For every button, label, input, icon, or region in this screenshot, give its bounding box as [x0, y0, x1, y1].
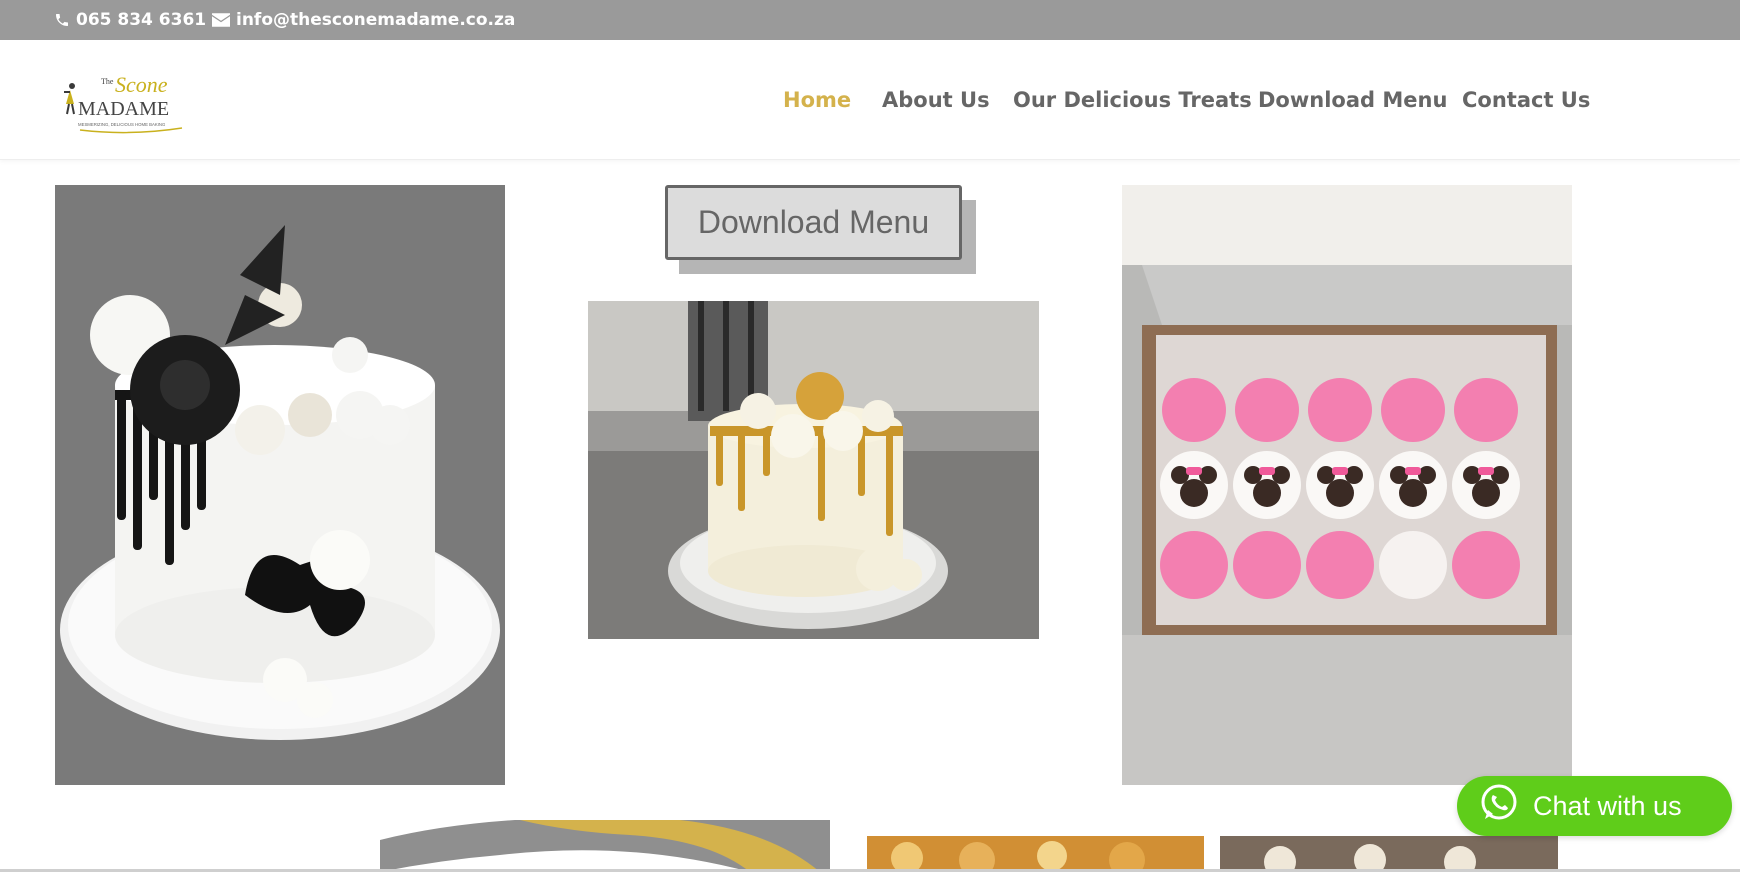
phone-link[interactable]: 065 834 6361	[54, 0, 206, 40]
phone-number: 065 834 6361	[76, 10, 207, 30]
black-white-cake-photo	[55, 185, 505, 785]
nav-download-menu[interactable]: Download Menu	[1258, 88, 1447, 112]
nav-home[interactable]: Home	[783, 88, 851, 112]
email-link[interactable]: info@thesconemadame.co.za	[212, 0, 515, 40]
phone-icon	[54, 12, 70, 28]
gold-drip-cake-photo	[588, 301, 1039, 639]
logo-text-scone: Scone	[115, 72, 168, 97]
nav-about-us[interactable]: About Us	[882, 88, 990, 112]
logo-tagline: MESMERIZING, DELICIOUS HOME BAKING	[78, 122, 166, 127]
envelope-icon	[212, 13, 230, 27]
download-menu-button[interactable]: Download Menu	[665, 185, 962, 260]
download-menu-wrapper: Download Menu	[665, 185, 977, 275]
site-header: The Scone MADAME MESMERIZING, DELICIOUS …	[0, 40, 1740, 160]
minnie-cupcakes-photo	[1122, 185, 1572, 785]
site-logo[interactable]: The Scone MADAME MESMERIZING, DELICIOUS …	[60, 70, 190, 134]
logo-text-the: The	[101, 77, 114, 86]
nav-our-delicious-treats[interactable]: Our Delicious Treats	[1013, 88, 1252, 112]
email-address: info@thesconemadame.co.za	[236, 10, 516, 30]
bottom-decorative-shape	[380, 820, 830, 872]
scones-thumbnail	[867, 836, 1204, 872]
cupcakes-thumbnail	[1220, 836, 1558, 872]
nav-contact-us[interactable]: Contact Us	[1462, 88, 1590, 112]
chat-label: Chat with us	[1533, 790, 1682, 821]
whatsapp-icon	[1479, 783, 1519, 830]
logo-text-madame: MADAME	[78, 98, 169, 120]
logo-graphic: The Scone MADAME MESMERIZING, DELICIOUS …	[64, 72, 183, 134]
top-info-bar: 065 834 6361 info@thesconemadame.co.za	[0, 0, 1740, 40]
chat-with-us-button[interactable]: Chat with us	[1457, 776, 1732, 836]
